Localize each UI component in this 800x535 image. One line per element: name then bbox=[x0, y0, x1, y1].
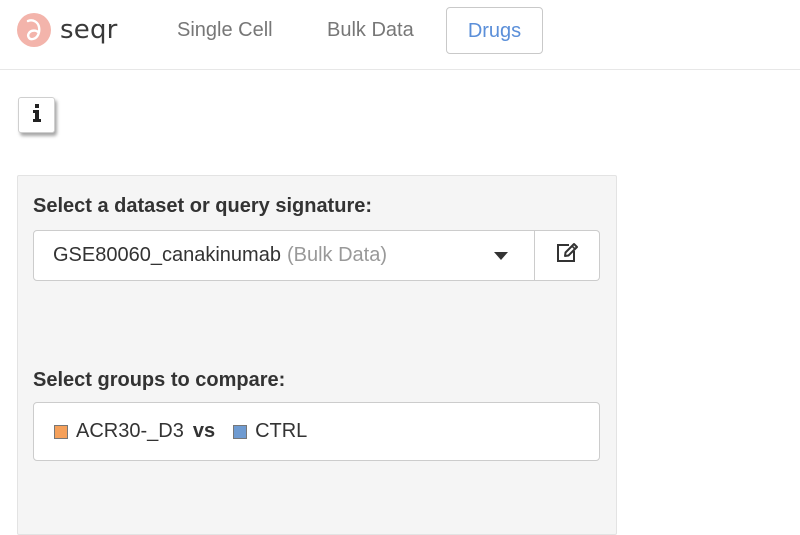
seqr-logo-icon bbox=[17, 13, 51, 47]
brand-name: seqr bbox=[60, 15, 118, 45]
nav-tab-bulk-data[interactable]: Bulk Data bbox=[309, 7, 432, 54]
dataset-type-suffix: (Bulk Data) bbox=[286, 244, 387, 266]
chevron-down-icon[interactable] bbox=[494, 252, 508, 260]
nav-tab-single-cell[interactable]: Single Cell bbox=[159, 7, 291, 54]
settings-panel: Select a dataset or query signature: GSE… bbox=[17, 175, 617, 535]
dataset-label: Select a dataset or query signature: bbox=[33, 195, 373, 217]
edit-signature-button[interactable] bbox=[535, 230, 600, 281]
group2-color-swatch bbox=[233, 424, 248, 439]
dataset-value: GSE80060_canakinumab bbox=[53, 244, 281, 266]
dataset-dropdown[interactable]: GSE80060_canakinumab (Bulk Data) bbox=[33, 230, 535, 281]
dataset-select-group: GSE80060_canakinumab (Bulk Data) bbox=[33, 230, 600, 281]
edit-icon bbox=[555, 242, 579, 269]
group2-name: CTRL bbox=[255, 420, 308, 442]
top-navbar: seqr Single Cell Bulk Data Drugs bbox=[0, 0, 800, 70]
group1-name: ACR30-_D3 bbox=[76, 420, 184, 442]
brand[interactable]: seqr bbox=[17, 13, 118, 47]
vs-label: vs bbox=[192, 420, 216, 442]
group-compare-select[interactable]: ACR30-_D3 vs CTRL bbox=[33, 402, 600, 461]
info-button[interactable] bbox=[18, 97, 55, 133]
nav-tab-drugs[interactable]: Drugs bbox=[446, 7, 543, 54]
groups-label: Select groups to compare: bbox=[33, 369, 286, 391]
info-icon bbox=[32, 103, 42, 127]
group1-color-swatch bbox=[54, 424, 68, 439]
